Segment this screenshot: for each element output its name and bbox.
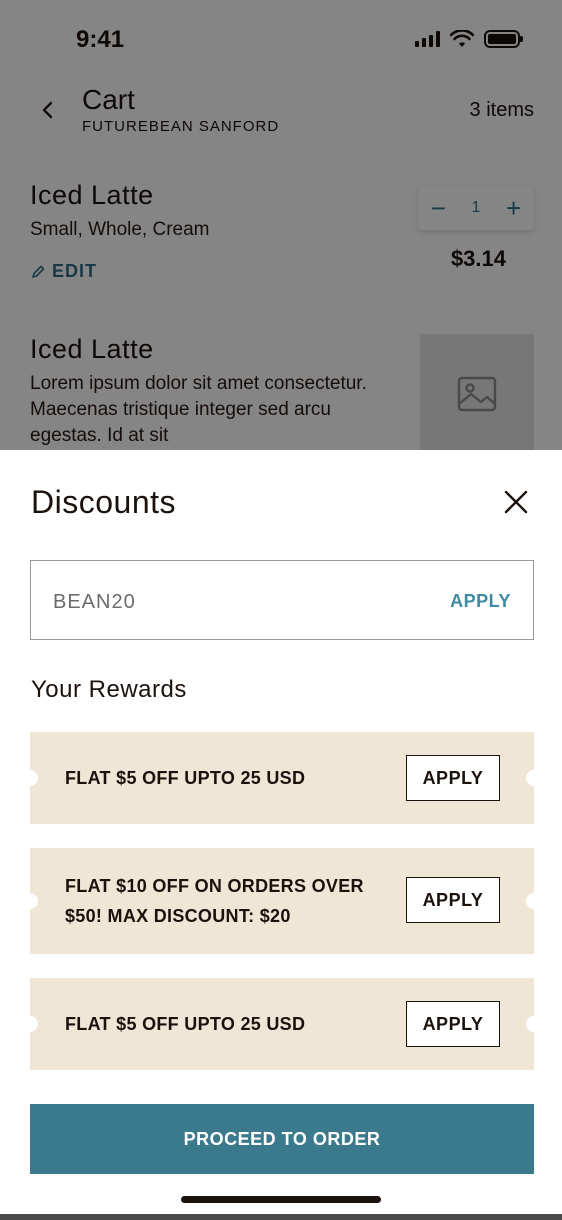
reward-apply-button[interactable]: APPLY: [406, 1001, 500, 1047]
reward-text: FLAT $10 OFF ON ORDERS OVER $50! MAX DIS…: [65, 871, 364, 931]
discounts-sheet: Discounts APPLY Your Rewards FLAT $5 OFF…: [0, 450, 562, 1220]
home-indicator: [181, 1196, 381, 1203]
promo-apply-button[interactable]: APPLY: [450, 591, 511, 612]
proceed-to-order-button[interactable]: PROCEED TO ORDER: [30, 1104, 534, 1174]
reward-text: FLAT $5 OFF UPTO 25 USD: [65, 768, 306, 788]
bottom-edge: [0, 1214, 562, 1220]
promo-code-input[interactable]: [53, 587, 383, 617]
reward-text-line: $50! MAX DISCOUNT: $20: [65, 906, 291, 926]
close-icon[interactable]: [502, 488, 530, 516]
reward-apply-button[interactable]: APPLY: [406, 877, 500, 923]
reward-card: FLAT $10 OFF ON ORDERS OVER $50! MAX DIS…: [22, 848, 542, 954]
reward-card: FLAT $5 OFF UPTO 25 USD APPLY: [22, 978, 542, 1070]
promo-code-box: APPLY: [30, 560, 534, 640]
reward-text: FLAT $5 OFF UPTO 25 USD: [65, 1014, 306, 1034]
reward-text-line: FLAT $10 OFF ON ORDERS OVER: [65, 876, 364, 896]
reward-apply-button[interactable]: APPLY: [406, 755, 500, 801]
reward-card: FLAT $5 OFF UPTO 25 USD APPLY: [22, 732, 542, 824]
rewards-title: Your Rewards: [31, 676, 187, 703]
sheet-title: Discounts: [31, 484, 176, 520]
